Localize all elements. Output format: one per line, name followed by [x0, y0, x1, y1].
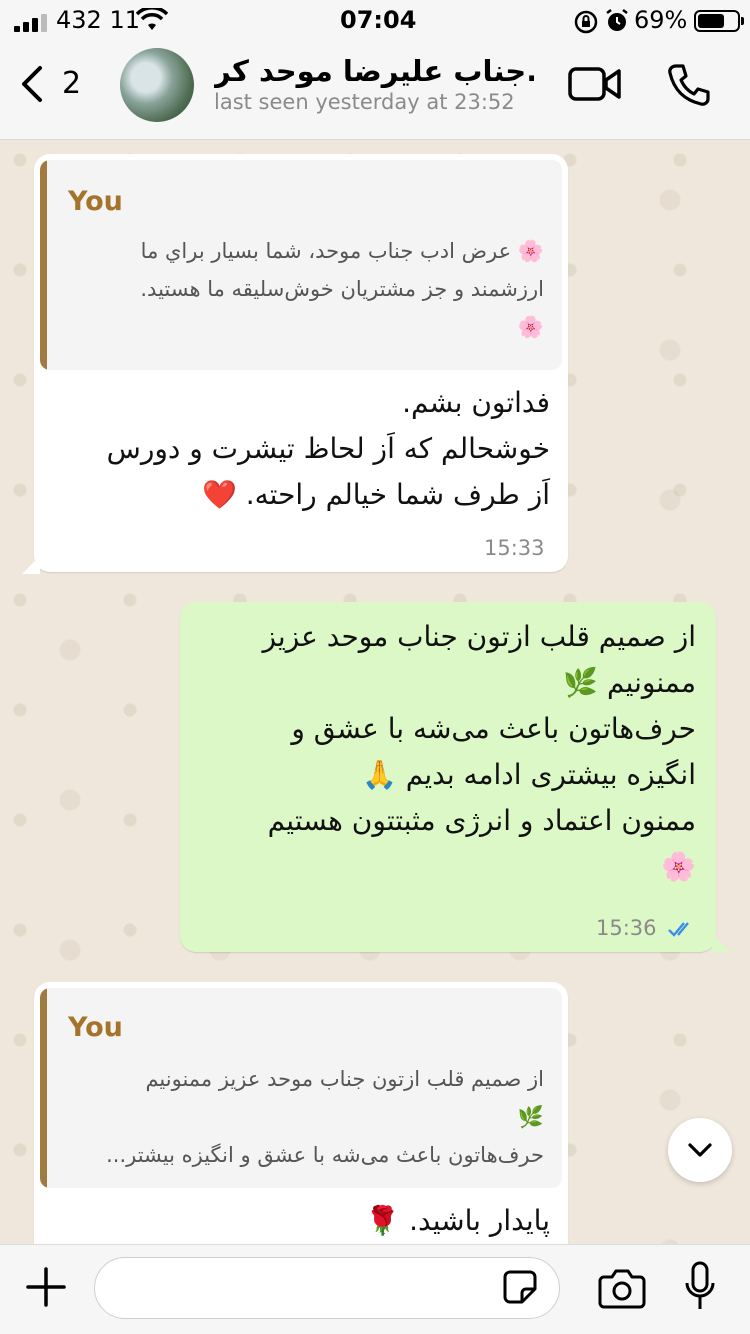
- message-bubble-outgoing[interactable]: از صمیم قلب ازتون جناب موحد عزیز ممنونیم…: [180, 602, 716, 952]
- alarm-icon: [606, 9, 628, 31]
- video-call-icon[interactable]: [568, 66, 622, 102]
- read-receipt-icon: [668, 922, 689, 937]
- voice-call-icon[interactable]: [666, 62, 712, 108]
- wifi-icon: [136, 8, 168, 30]
- quote-text: از صمیم قلب ازتون جناب موحد عزیز ممنونیم…: [106, 1067, 544, 1167]
- back-chevron-icon[interactable]: [16, 64, 46, 104]
- rotation-lock-icon: [574, 10, 598, 34]
- quote-author: You: [68, 186, 123, 217]
- battery-percent: 69%: [634, 6, 688, 34]
- chat-header: 2 جناب علیرضا موحد کر... last seen yeste…: [0, 44, 750, 140]
- unread-count[interactable]: 2: [62, 66, 81, 101]
- attach-plus-icon[interactable]: [26, 1267, 66, 1307]
- quote-text: 🌸 عرض ادب جناب موحد، شما بسيار براي ما ا…: [140, 239, 544, 339]
- message-bubble-incoming[interactable]: You از صمیم قلب ازتون جناب موحد عزیز ممن…: [34, 982, 568, 1262]
- scroll-to-bottom-button[interactable]: [668, 1118, 732, 1182]
- message-input[interactable]: [94, 1257, 560, 1319]
- composer-bar: [0, 1244, 750, 1334]
- message-bubble-incoming[interactable]: You 🌸 عرض ادب جناب موحد، شما بسيار براي …: [34, 154, 568, 572]
- message-text: فداتون بشم. خوشحالم که اَز لحاظ تیشرت و …: [106, 386, 550, 511]
- carrier-text: 432 11: [56, 6, 140, 34]
- message-text: پایدار باشید. 🌹: [365, 1204, 550, 1237]
- sticker-icon[interactable]: [502, 1269, 538, 1305]
- status-bar: 432 11 07:04 69%: [0, 0, 750, 44]
- quote-author: You: [68, 1012, 123, 1043]
- microphone-icon[interactable]: [684, 1261, 716, 1313]
- message-time: 15:36: [596, 916, 657, 940]
- last-seen-status[interactable]: last seen yesterday at 23:52: [214, 90, 515, 114]
- contact-avatar[interactable]: [120, 48, 194, 122]
- message-text: از صمیم قلب ازتون جناب موحد عزیز ممنونیم…: [262, 620, 696, 883]
- cellular-signal-icon: [14, 14, 48, 32]
- camera-icon[interactable]: [598, 1267, 646, 1309]
- quoted-reply[interactable]: You از صمیم قلب ازتون جناب موحد عزیز ممن…: [40, 988, 562, 1188]
- contact-name[interactable]: جناب علیرضا موحد کر...: [214, 54, 534, 88]
- message-time: 15:33: [484, 536, 545, 560]
- quoted-reply[interactable]: You 🌸 عرض ادب جناب موحد، شما بسيار براي …: [40, 160, 562, 370]
- chevron-down-icon: [688, 1143, 712, 1157]
- battery-icon: [694, 10, 740, 32]
- clock: 07:04: [340, 6, 417, 34]
